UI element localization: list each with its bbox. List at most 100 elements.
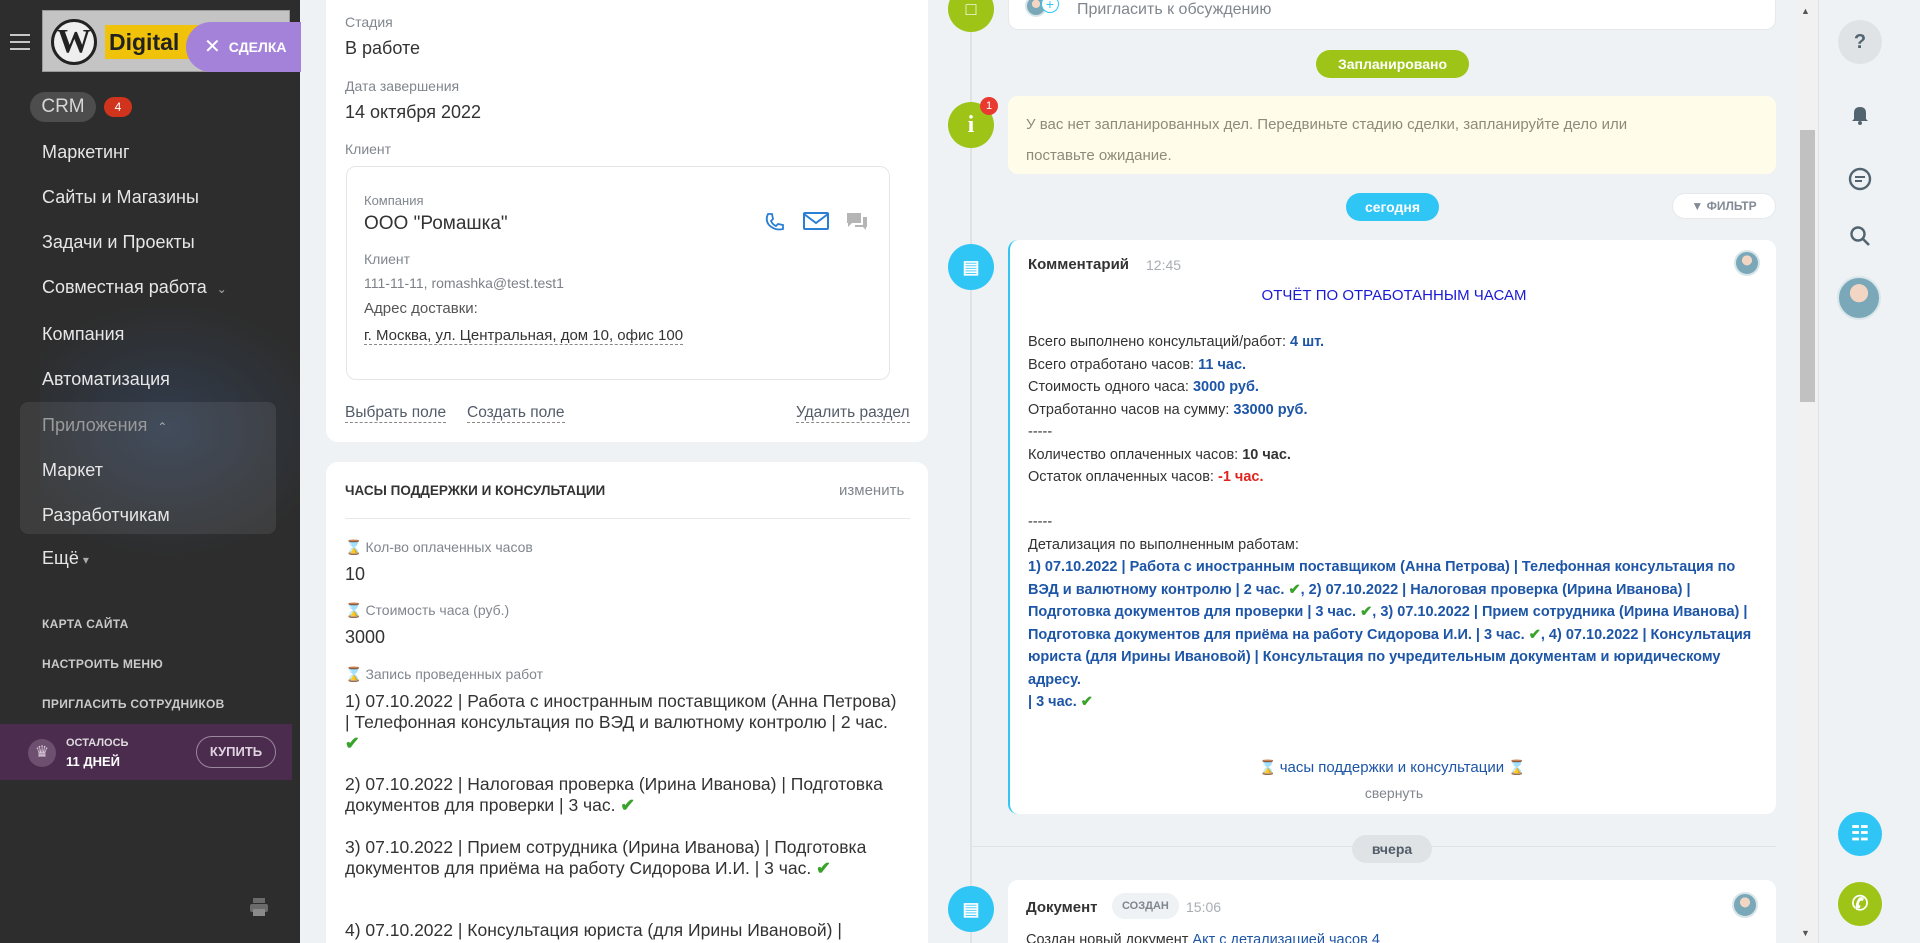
search-icon[interactable] bbox=[1838, 214, 1882, 258]
add-participant-icon[interactable]: + bbox=[1041, 0, 1059, 13]
report-row-value: 11 час. bbox=[1198, 356, 1247, 373]
report-row-label: Остаток оплаченных часов: bbox=[1028, 469, 1218, 485]
footer-link-row[interactable]: ⌛ часы поддержки и консультации ⌛ bbox=[1010, 759, 1778, 776]
scrollbar-thumb[interactable] bbox=[1800, 130, 1815, 402]
caret-down-icon: ▾ bbox=[82, 553, 89, 567]
work-record-item: 4) 07.10.2022 | Консультация юриста (для… bbox=[345, 920, 842, 940]
work-record-text: 2) 07.10.2022 | Налоговая проверка (Ирин… bbox=[345, 774, 883, 815]
planned-badge: Запланировано bbox=[1316, 50, 1469, 78]
author-avatar[interactable] bbox=[1732, 892, 1758, 918]
chat-icon[interactable] bbox=[845, 211, 869, 233]
sidebar-item-crm[interactable]: CRM bbox=[30, 92, 96, 122]
report-row: Отработанно часов на сумму: 33000 руб. bbox=[1028, 399, 1758, 422]
create-field-link[interactable]: Создать поле bbox=[467, 404, 565, 423]
delivery-address[interactable]: г. Москва, ул. Центральная, дом 10, офис… bbox=[364, 327, 684, 345]
checkmark-icon: ✔ bbox=[1288, 581, 1301, 598]
end-date-value[interactable]: 14 октября 2022 bbox=[345, 102, 481, 123]
comment-add-icon: □ bbox=[948, 0, 994, 32]
paid-hours-value[interactable]: 10 bbox=[345, 564, 365, 585]
client-label: Клиент bbox=[345, 141, 392, 157]
checkmark-icon: ✔ bbox=[816, 858, 831, 878]
sidebar-item-label: Приложения bbox=[42, 415, 148, 435]
report-spacer bbox=[1028, 489, 1758, 512]
phone-call-icon[interactable]: ✆ bbox=[1838, 882, 1882, 926]
chat-bubble-icon[interactable] bbox=[1838, 158, 1882, 202]
phone-icon[interactable] bbox=[763, 211, 785, 233]
details-text: 1) 07.10.2022 | Работа с иностранным пос… bbox=[1028, 556, 1758, 714]
sidebar-item-market[interactable]: Маркет bbox=[42, 460, 103, 481]
edit-section-link[interactable]: изменить bbox=[839, 482, 904, 499]
help-icon[interactable]: ? bbox=[1838, 20, 1882, 64]
sidebar-item-automation[interactable]: Автоматизация bbox=[42, 369, 170, 390]
document-text: Создан новый документ Акт с детализацией… bbox=[1026, 932, 1380, 943]
document-text-label: Создан новый документ bbox=[1026, 932, 1193, 943]
filter-button[interactable]: ▼ ФИЛЬТР bbox=[1672, 193, 1776, 219]
delivery-label: Адрес доставки: bbox=[364, 300, 478, 317]
buy-button[interactable]: КУПИТЬ bbox=[196, 736, 276, 768]
left-sidebar: W Digital CRM 4 Маркетинг Сайты и Магази… bbox=[0, 0, 300, 943]
bell-icon[interactable] bbox=[1838, 92, 1882, 136]
sidebar-item-tasks[interactable]: Задачи и Проекты bbox=[42, 232, 195, 253]
hourglass-icon: ⌛ bbox=[345, 539, 363, 555]
report-row: Всего выполнено консультаций/работ: 4 шт… bbox=[1028, 331, 1758, 354]
comment-time: 12:45 bbox=[1146, 257, 1182, 273]
report-row-value: 33000 руб. bbox=[1233, 401, 1308, 418]
stage-label: Стадия bbox=[345, 14, 393, 30]
trial-days: 11 ДНЕЙ bbox=[66, 754, 121, 769]
select-field-link[interactable]: Выбрать поле bbox=[345, 404, 447, 423]
report-row-value-negative: -1 час. bbox=[1217, 469, 1264, 485]
work-record-item: 2) 07.10.2022 | Налоговая проверка (Ирин… bbox=[345, 774, 905, 816]
invite-discussion-box[interactable]: + Пригласить к обсуждению bbox=[1008, 0, 1776, 30]
printer-icon[interactable] bbox=[248, 896, 270, 918]
document-link[interactable]: Акт с детализацией часов 4 bbox=[1192, 932, 1379, 943]
user-avatar[interactable] bbox=[1837, 276, 1881, 320]
scroll-up-arrow[interactable]: ▲ bbox=[1801, 6, 1810, 16]
company-name[interactable]: ООО "Ромашка" bbox=[364, 213, 508, 235]
checkmark-icon: ✔ bbox=[345, 733, 360, 753]
checkmark-icon: ✔ bbox=[620, 795, 636, 815]
sidebar-item-collaboration[interactable]: Совместная работа ⌄ bbox=[42, 277, 227, 298]
document-card: Документ СОЗДАН 15:06 Создан новый докум… bbox=[1008, 880, 1776, 943]
trial-banner: ♛ ОСТАЛОСЬ 11 ДНЕЙ КУПИТЬ bbox=[0, 724, 292, 780]
report-row-value: 4 шт. bbox=[1290, 334, 1325, 350]
documents-icon[interactable]: ☷ bbox=[1838, 812, 1882, 856]
sidebar-item-more[interactable]: Ещё ▾ bbox=[42, 548, 89, 569]
stage-value[interactable]: В работе bbox=[345, 38, 420, 59]
sidebar-item-developers[interactable]: Разработчикам bbox=[42, 505, 170, 526]
invite-employees-link[interactable]: ПРИГЛАСИТЬ СОТРУДНИКОВ bbox=[42, 697, 225, 711]
rate-value[interactable]: 3000 bbox=[345, 627, 385, 648]
sidebar-item-company[interactable]: Компания bbox=[42, 324, 124, 345]
report-row-label: Всего отработано часов: bbox=[1028, 356, 1199, 373]
sitemap-link[interactable]: КАРТА САЙТА bbox=[42, 617, 129, 631]
collapse-link[interactable]: свернуть bbox=[1010, 785, 1778, 801]
hourglass-icon: ⌛ bbox=[345, 602, 363, 618]
delete-section-link[interactable]: Удалить раздел bbox=[796, 404, 910, 423]
sidebar-item-applications[interactable]: Приложения ⌃ bbox=[42, 415, 167, 436]
footer-link[interactable]: часы поддержки и консультации bbox=[1280, 759, 1504, 776]
report-row-label: Отработанно часов на сумму: bbox=[1028, 401, 1234, 418]
author-avatar[interactable] bbox=[1734, 250, 1760, 276]
checkmark-icon: ✔ bbox=[1360, 604, 1373, 620]
menu-icon[interactable] bbox=[10, 34, 30, 50]
yesterday-badge: вчера bbox=[1352, 835, 1432, 863]
client-block: Компания ООО "Ромашка" Клиент 111-11-11,… bbox=[346, 166, 890, 380]
client-contacts[interactable]: 111-11-11, romashka@test.test1 bbox=[364, 275, 564, 291]
chevron-down-icon: ⌄ bbox=[216, 282, 227, 296]
report-body: Всего выполнено консультаций/работ: 4 шт… bbox=[1028, 331, 1758, 714]
sidebar-item-marketing[interactable]: Маркетинг bbox=[42, 142, 130, 163]
comment-card: Комментарий 12:45 ОТЧЁТ ПО ОТРАБОТАННЫМ … bbox=[1008, 240, 1776, 814]
scroll-down-arrow[interactable]: ▼ bbox=[1801, 928, 1810, 938]
mail-icon[interactable] bbox=[803, 211, 829, 231]
report-row: Количество оплаченных часов: 10 час. bbox=[1028, 444, 1758, 467]
crm-counter-badge: 4 bbox=[104, 97, 132, 117]
report-row-value: 3000 руб. bbox=[1192, 379, 1259, 395]
works-label: ⌛ Запись проведенных работ bbox=[345, 666, 543, 683]
section-divider bbox=[345, 518, 910, 519]
rate-label: ⌛ Стоимость часа (руб.) bbox=[345, 602, 509, 619]
close-deal-button[interactable]: ✕ СДЕЛКА bbox=[186, 22, 301, 72]
filter-label: ФИЛЬТР bbox=[1706, 199, 1757, 213]
sidebar-item-label: Ещё bbox=[42, 548, 79, 568]
sidebar-item-sites[interactable]: Сайты и Магазины bbox=[42, 187, 199, 208]
configure-menu-link[interactable]: НАСТРОИТЬ МЕНЮ bbox=[42, 657, 163, 671]
work-record-item: 1) 07.10.2022 | Работа с иностранным пос… bbox=[345, 691, 905, 754]
